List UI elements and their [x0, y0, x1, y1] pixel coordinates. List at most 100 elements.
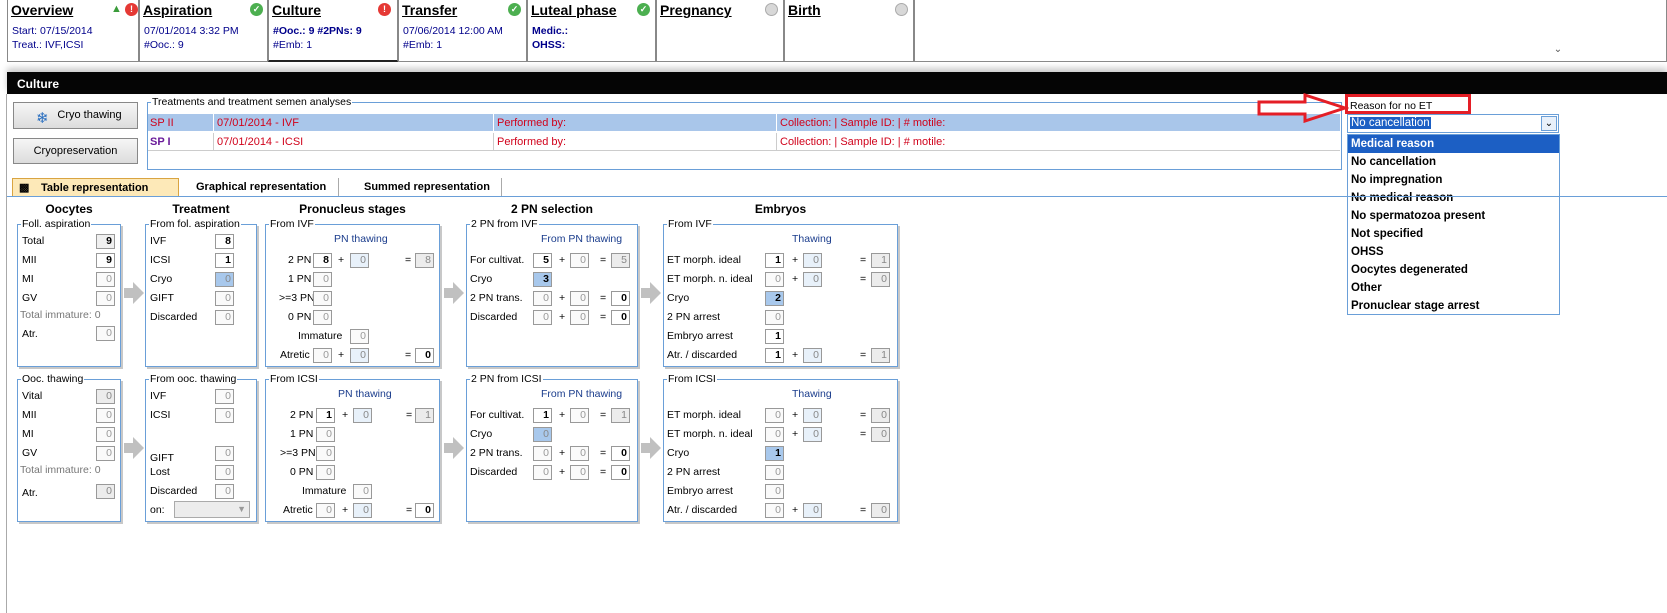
dropdown-option[interactable]: No cancellation — [1348, 153, 1559, 171]
pn1-field[interactable]: 0 — [316, 427, 335, 442]
et-ideal-thaw-field[interactable]: 0 — [803, 253, 822, 268]
treatment-row[interactable]: SP I 07/01/2014 - ICSI Performed by: Col… — [148, 133, 1340, 151]
on-date-select[interactable]: ▼ — [174, 501, 250, 518]
dropdown-option[interactable]: Not specified — [1348, 225, 1559, 243]
atretic-field[interactable]: 0 — [313, 348, 332, 363]
atr-field[interactable]: 0 — [96, 484, 115, 499]
dropdown-option[interactable]: No impregnation — [1348, 171, 1559, 189]
icsi-field[interactable]: 0 — [215, 408, 234, 423]
tab-graphical-representation[interactable]: Graphical representation — [186, 178, 339, 196]
dropdown-option[interactable]: Medical reason — [1348, 135, 1559, 153]
ivf-field[interactable]: 0 — [215, 389, 234, 404]
mii-field[interactable]: 9 — [96, 253, 115, 268]
pn3-field[interactable]: 0 — [316, 446, 335, 461]
gv-field[interactable]: 0 — [96, 291, 115, 306]
atr-disc-thaw-field[interactable]: 0 — [803, 503, 822, 518]
atr-disc-thaw-field[interactable]: 0 — [803, 348, 822, 363]
gift-field[interactable]: 0 — [215, 291, 234, 306]
et-nideal-thaw-field[interactable]: 0 — [803, 272, 822, 287]
for-cultivat-thaw-field[interactable]: 0 — [570, 408, 589, 423]
pn2-arrest-field[interactable]: 0 — [765, 465, 784, 480]
et-nideal-field[interactable]: 0 — [765, 272, 784, 287]
et-ideal-field[interactable]: 0 — [765, 408, 784, 423]
dropdown-option[interactable]: OHSS — [1348, 243, 1559, 261]
mi-field[interactable]: 0 — [96, 272, 115, 287]
cryo-thawing-button[interactable]: ❄ Cryo thawing — [13, 102, 138, 129]
ivf-field[interactable]: 8 — [215, 234, 234, 249]
atr-disc-field[interactable]: 0 — [765, 503, 784, 518]
notes-scrollbar[interactable]: ⌄ — [1550, 0, 1566, 60]
tab-transfer[interactable]: Transfer ✓ 07/06/2014 12:00 AM #Emb: 1 — [398, 0, 527, 62]
et-ideal-thaw-field[interactable]: 0 — [803, 408, 822, 423]
dropdown-option[interactable]: No medical reason — [1348, 189, 1559, 207]
atretic-thaw-field[interactable]: 0 — [350, 348, 369, 363]
immature-label: Immature — [298, 330, 343, 342]
lost-field[interactable]: 0 — [215, 465, 234, 480]
mi-field[interactable]: 0 — [96, 427, 115, 442]
cryo-field[interactable]: 1 — [765, 446, 784, 461]
atretic-thaw-field[interactable]: 0 — [353, 503, 372, 518]
pn2-arrest-field[interactable]: 0 — [765, 310, 784, 325]
immature-field[interactable]: 0 — [350, 329, 369, 344]
icsi-field[interactable]: 1 — [215, 253, 234, 268]
embryo-arrest-field[interactable]: 0 — [765, 484, 784, 499]
tab-luteal-phase[interactable]: Luteal phase ✓ Medic.: OHSS: — [527, 0, 656, 62]
treatment-row[interactable]: SP II 07/01/2014 - IVF Performed by: Col… — [148, 114, 1340, 132]
discarded-field[interactable]: 0 — [533, 310, 552, 325]
et-nideal-field[interactable]: 0 — [765, 427, 784, 442]
mii-field[interactable]: 0 — [96, 408, 115, 423]
vital-field[interactable]: 0 — [96, 389, 115, 404]
cryo-field[interactable]: 3 — [533, 272, 552, 287]
tab-aspiration[interactable]: Aspiration ✓ 07/01/2014 3:32 PM #Ooc.: 9 — [139, 0, 268, 62]
pn2-trans-field[interactable]: 0 — [533, 291, 552, 306]
pn0-field[interactable]: 0 — [313, 310, 332, 325]
for-cultivat-thaw-field[interactable]: 0 — [570, 253, 589, 268]
total-field[interactable]: 9 — [96, 234, 115, 249]
tab-birth[interactable]: Birth — [784, 0, 914, 62]
pn1-field[interactable]: 0 — [313, 272, 332, 287]
discarded-field[interactable]: 0 — [215, 310, 234, 325]
gift-field[interactable]: 0 — [215, 446, 234, 461]
dropdown-option[interactable]: Other — [1348, 279, 1559, 297]
pn2-trans-thaw-field[interactable]: 0 — [570, 291, 589, 306]
dropdown-option[interactable]: No spermatozoa present — [1348, 207, 1559, 225]
cryopreservation-button[interactable]: Cryopreservation — [13, 138, 138, 164]
pn3-field[interactable]: 0 — [313, 291, 332, 306]
et-nideal-thaw-field[interactable]: 0 — [803, 427, 822, 442]
pn2-trans-field[interactable]: 0 — [533, 446, 552, 461]
dropdown-option[interactable]: Oocytes degenerated — [1348, 261, 1559, 279]
atr-label: Atr. — [22, 328, 38, 340]
cryo-field[interactable]: 2 — [765, 291, 784, 306]
discarded-field[interactable]: 0 — [533, 465, 552, 480]
tab-overview[interactable]: Overview ▲ ! Start: 07/15/2014 Treat.: I… — [7, 0, 139, 62]
pn2-trans-thaw-field[interactable]: 0 — [570, 446, 589, 461]
discarded-thaw-field[interactable]: 0 — [570, 465, 589, 480]
reason-select[interactable]: No cancellation ⌄ — [1347, 114, 1559, 133]
for-cultivat-sum-field: 1 — [611, 408, 630, 423]
for-cultivat-field[interactable]: 5 — [533, 253, 552, 268]
et-ideal-field[interactable]: 1 — [765, 253, 784, 268]
from-pn-thawing-label: From PN thawing — [541, 388, 623, 400]
atr-disc-field[interactable]: 1 — [765, 348, 784, 363]
dropdown-option[interactable]: Pronuclear stage arrest — [1348, 297, 1559, 315]
discarded-thaw-field[interactable]: 0 — [570, 310, 589, 325]
discarded-field[interactable]: 0 — [215, 484, 234, 499]
pn2-thaw-field[interactable]: 0 — [350, 253, 369, 268]
tab-culture[interactable]: Culture ! #Ooc.: 9 #2PNs: 9 #Emb: 1 — [268, 0, 398, 62]
pn0-field[interactable]: 0 — [316, 465, 335, 480]
cryo-field[interactable]: 0 — [533, 427, 552, 442]
atr-field[interactable]: 0 — [96, 326, 115, 341]
embryo-arrest-field[interactable]: 1 — [765, 329, 784, 344]
gv-field[interactable]: 0 — [96, 446, 115, 461]
atretic-field[interactable]: 0 — [316, 503, 335, 518]
chevron-down-icon[interactable]: ⌄ — [1541, 116, 1557, 131]
immature-field[interactable]: 0 — [353, 484, 372, 499]
tab-table-representation[interactable]: ▩ Table representation — [12, 178, 179, 196]
tab-pregnancy[interactable]: Pregnancy — [656, 0, 784, 62]
pn2-field[interactable]: 8 — [313, 253, 332, 268]
pn2-field[interactable]: 1 — [316, 408, 335, 423]
tab-summed-representation[interactable]: Summed representation — [354, 178, 502, 196]
pn2-thaw-field[interactable]: 0 — [353, 408, 372, 423]
cryo-field[interactable]: 0 — [215, 272, 234, 287]
for-cultivat-field[interactable]: 1 — [533, 408, 552, 423]
